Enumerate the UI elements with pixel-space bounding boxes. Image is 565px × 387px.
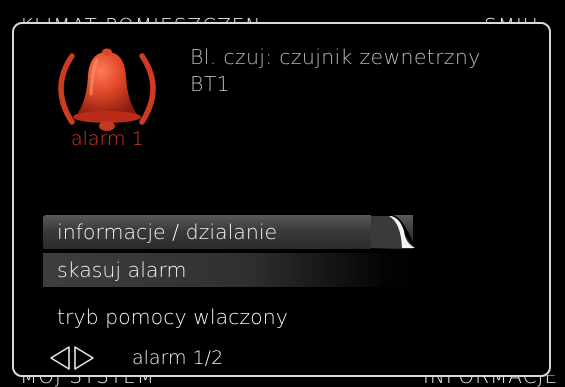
display-screen: KLIMAT POMIESZCZEN SMIU MOJ SYSTEM INFOR… [0,0,565,387]
alarm-message-line-1: Bl. czuj: czujnik zewnetrzny [190,45,481,69]
background-menu-title-right: SMIU [484,11,539,22]
alarm-bell-icon [42,46,172,136]
menu-item-reset-alarm[interactable]: skasuj alarm [43,253,413,287]
alarm-message-line-2: BT1 [190,72,230,96]
alarm-dialog: alarm 1 Bl. czuj: czujnik zewnetrzny BT1… [12,22,551,377]
menu-item-info-action[interactable]: informacje / dzialanie [43,215,415,249]
alarm-number-label: alarm 1 [71,128,144,150]
menu-item-label: informacje / dzialanie [57,220,278,244]
menu-item-label: skasuj alarm [57,258,187,282]
left-right-arrows-icon[interactable] [48,345,96,371]
page-curl-icon [371,215,415,249]
alarm-pager[interactable]: alarm 1/2 [48,344,223,372]
background-menu-title: KLIMAT POMIESZCZEN [20,11,261,22]
pager-label: alarm 1/2 [132,347,224,369]
menu-item-label: tryb pomocy wlaczony [57,305,288,329]
alarm-message: Bl. czuj: czujnik zewnetrzny BT1 [190,44,540,98]
menu-item-help-mode[interactable]: tryb pomocy wlaczony [43,300,413,334]
